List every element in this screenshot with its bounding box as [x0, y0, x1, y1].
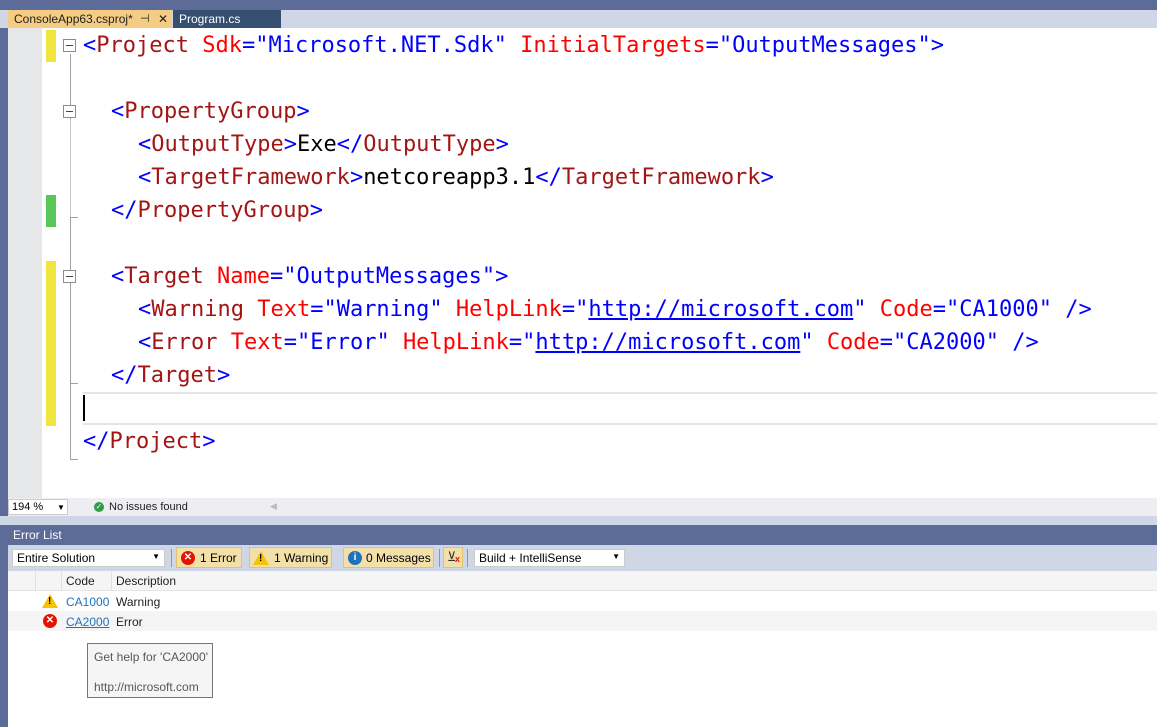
- editor-status-bar: 194 % ▼ ✓ No issues found ◀: [8, 498, 1157, 516]
- warning-icon: [42, 594, 58, 608]
- error-icon: ✕: [181, 551, 195, 565]
- collapse-propertygroup-icon[interactable]: [63, 105, 76, 118]
- clear-x-icon: x: [455, 554, 461, 564]
- column-separator[interactable]: [61, 571, 62, 591]
- build-source-value: Build + IntelliSense: [479, 551, 582, 565]
- tooltip-title: Get help for 'CA2000': [94, 650, 208, 664]
- outline-guide: [70, 459, 78, 460]
- zoom-dropdown[interactable]: 194 % ▼: [8, 499, 68, 515]
- tab-label: Program.cs: [179, 12, 241, 26]
- error-list-toolbar: Entire Solution ▼ ✕ 1 Error 1 Warning i …: [8, 545, 1157, 571]
- error-description: Error: [116, 615, 143, 629]
- toolbar-separator: [439, 549, 440, 567]
- table-row[interactable]: CA1000 Warning: [8, 591, 1157, 611]
- toolbar-separator: [467, 549, 468, 567]
- column-separator[interactable]: [35, 571, 36, 591]
- scroll-left-icon[interactable]: ◀: [270, 501, 277, 512]
- tab-program-cs[interactable]: Program.cs: [173, 10, 281, 28]
- messages-filter-button[interactable]: i 0 Messages: [343, 547, 434, 568]
- outline-guide: [70, 119, 71, 218]
- issues-status[interactable]: No issues found: [109, 501, 188, 513]
- window-edge: [0, 525, 8, 727]
- tab-consoleapp63-csproj[interactable]: ConsoleApp63.csproj* ⊣ ✕: [8, 10, 172, 28]
- tab-strip-band: [0, 0, 1157, 10]
- code-line-4: <OutputType>Exe</OutputType>: [138, 132, 509, 157]
- code-line-11: </Target>: [111, 363, 231, 388]
- code-line-5: <TargetFramework>netcoreapp3.1</TargetFr…: [138, 165, 774, 190]
- check-circle-icon: ✓: [94, 502, 104, 512]
- errors-filter-button[interactable]: ✕ 1 Error: [176, 547, 242, 568]
- outline-guide: [70, 383, 78, 384]
- error-description: Warning: [116, 595, 161, 609]
- pane-splitter[interactable]: [0, 516, 1157, 525]
- column-header-description[interactable]: Description: [116, 574, 176, 588]
- build-source-dropdown[interactable]: Build + IntelliSense ▼: [474, 549, 625, 567]
- code-line-13: </Project>: [83, 429, 216, 454]
- code-line-10: <Error Text="Error" HelpLink="http://mic…: [138, 330, 1039, 355]
- scope-value: Entire Solution: [17, 551, 96, 565]
- grid-header: Code Description: [8, 571, 1157, 591]
- code-line-9: <Warning Text="Warning" HelpLink="http:/…: [138, 297, 1092, 322]
- info-icon: i: [348, 551, 362, 565]
- scope-dropdown[interactable]: Entire Solution ▼: [12, 549, 165, 567]
- error-list-title: Error List: [8, 525, 1157, 545]
- tab-label: ConsoleApp63.csproj*: [14, 12, 133, 26]
- warning-icon: [253, 551, 269, 565]
- code-line-8: <Target Name="OutputMessages">: [111, 264, 509, 289]
- change-marker-unsaved: [46, 30, 56, 62]
- chevron-down-icon: ▼: [57, 503, 65, 512]
- chevron-down-icon: ▼: [152, 552, 160, 561]
- warnings-filter-button[interactable]: 1 Warning: [249, 547, 332, 568]
- code-line-3: <PropertyGroup>: [111, 99, 310, 124]
- pin-icon[interactable]: ⊣: [140, 10, 150, 28]
- collapse-target-icon[interactable]: [63, 270, 76, 283]
- editor-margin: [8, 28, 42, 498]
- change-marker-unsaved: [46, 261, 56, 426]
- column-separator[interactable]: [111, 571, 112, 591]
- error-code[interactable]: CA1000: [66, 595, 109, 609]
- current-line-highlight: [83, 392, 1157, 425]
- zoom-value: 194 %: [12, 501, 44, 513]
- code-line-6: </PropertyGroup>: [111, 198, 323, 223]
- text-caret: [83, 395, 85, 421]
- outline-guide: [70, 217, 78, 218]
- column-header-code[interactable]: Code: [66, 574, 95, 588]
- change-marker-saved: [46, 195, 56, 227]
- toolbar-separator: [171, 549, 172, 567]
- table-row[interactable]: ✕ CA2000 Error: [8, 611, 1157, 631]
- error-icon: ✕: [43, 614, 57, 628]
- code-line-1: <Project Sdk="Microsoft.NET.Sdk" Initial…: [83, 33, 944, 58]
- collapse-project-icon[interactable]: [63, 39, 76, 52]
- helplink-url[interactable]: http://microsoft.com: [535, 330, 800, 355]
- tooltip-url: http://microsoft.com: [94, 680, 199, 694]
- window-edge: [0, 28, 8, 518]
- filter-clear-button[interactable]: ⊻ x: [443, 547, 463, 568]
- help-tooltip: Get help for 'CA2000' http://microsoft.c…: [87, 643, 213, 698]
- chevron-down-icon: ▼: [612, 552, 620, 561]
- error-code[interactable]: CA2000: [66, 615, 109, 629]
- close-icon[interactable]: ✕: [158, 10, 168, 28]
- helplink-url[interactable]: http://microsoft.com: [588, 297, 853, 322]
